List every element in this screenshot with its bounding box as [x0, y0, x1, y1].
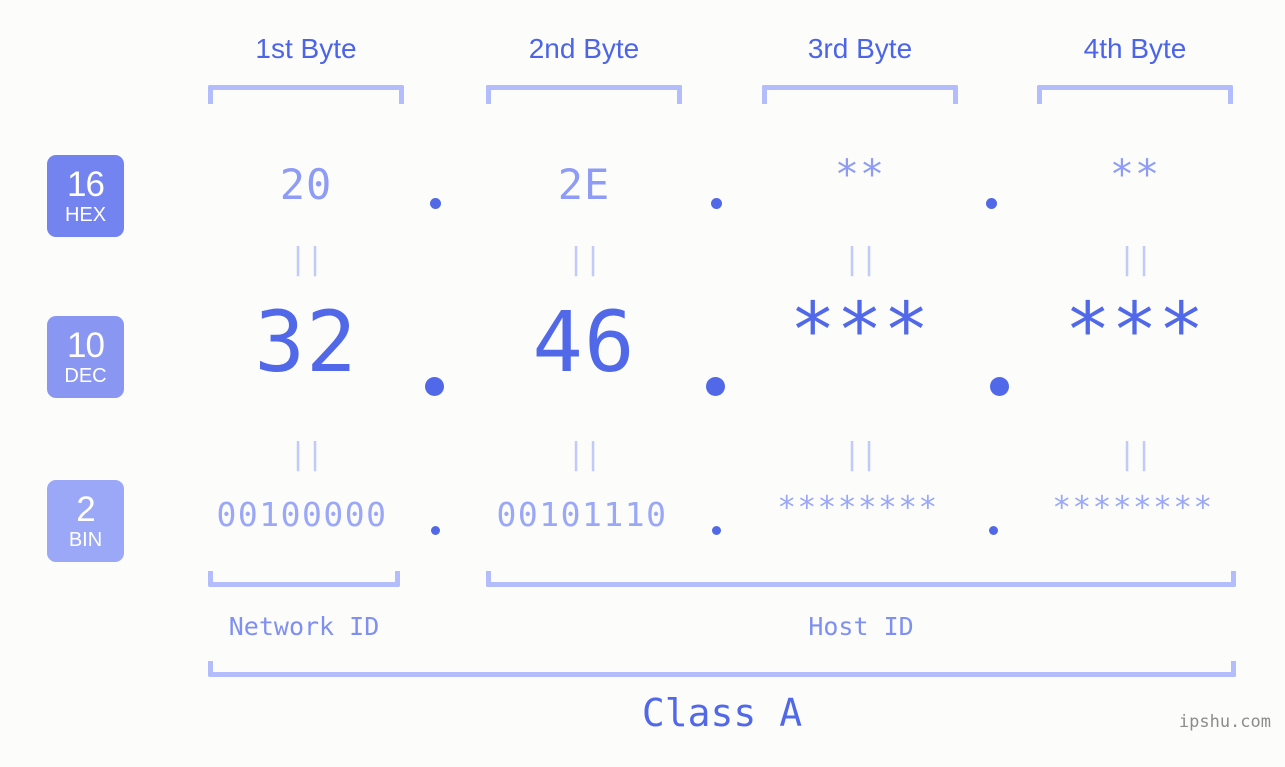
radix-badge-dec-number: 10	[67, 326, 105, 365]
hex-byte-value-4: **	[1109, 152, 1161, 198]
equality-marker-1-4: ||	[1117, 242, 1153, 277]
radix-badge-hex: 16 HEX	[47, 155, 124, 237]
equality-marker-2-3: ||	[842, 437, 878, 472]
network-id-bracket	[208, 571, 400, 587]
radix-badge-hex-name: HEX	[64, 204, 107, 226]
byte-bracket-4	[1037, 85, 1233, 104]
class-label: Class A	[641, 691, 803, 735]
dec-separator-dot-1	[425, 377, 444, 396]
hex-separator-dot-3	[986, 198, 997, 209]
dec-byte-value-4: ***	[1064, 285, 1206, 374]
hex-byte-value-3: **	[834, 152, 886, 198]
equality-marker-1-3: ||	[842, 242, 878, 277]
bin-byte-value-4: ********	[1052, 490, 1214, 526]
hex-separator-dot-1	[430, 198, 441, 209]
dec-byte-value-3: ***	[789, 285, 931, 374]
byte-bracket-3	[762, 85, 958, 104]
hex-byte-value-1: 20	[279, 160, 333, 209]
bin-byte-value-3: ********	[777, 490, 939, 526]
ip-address-breakdown-diagram: 1st Byte 2nd Byte 3rd Byte 4th Byte 16 H…	[0, 0, 1285, 767]
equality-marker-2-1: ||	[288, 437, 324, 472]
bin-byte-value-1: 00100000	[216, 495, 388, 534]
byte-header-label-1: 1st Byte	[255, 33, 357, 64]
bin-separator-dot-2	[712, 526, 721, 535]
byte-header-label-3: 3rd Byte	[807, 33, 913, 64]
equality-marker-1-1: ||	[288, 242, 324, 277]
dec-separator-dot-3	[990, 377, 1009, 396]
radix-badge-dec: 10 DEC	[47, 316, 124, 398]
radix-badge-bin: 2 BIN	[47, 480, 124, 562]
byte-bracket-2	[486, 85, 682, 104]
byte-header-label-4: 4th Byte	[1083, 33, 1187, 64]
dec-byte-value-2: 46	[532, 293, 636, 391]
hex-separator-dot-2	[711, 198, 722, 209]
hex-byte-value-2: 2E	[557, 160, 611, 209]
equality-marker-2-2: ||	[566, 437, 602, 472]
bin-separator-dot-3	[989, 526, 998, 535]
radix-badge-dec-name: DEC	[64, 365, 107, 387]
byte-bracket-1	[208, 85, 404, 104]
byte-header-label-2: 2nd Byte	[528, 33, 640, 64]
bin-byte-value-2: 00101110	[496, 495, 668, 534]
site-watermark: ipshu.com	[1178, 712, 1271, 732]
bin-separator-dot-1	[431, 526, 440, 535]
host-id-bracket	[486, 571, 1236, 587]
dec-separator-dot-2	[706, 377, 725, 396]
equality-marker-2-4: ||	[1117, 437, 1153, 472]
class-bracket	[208, 661, 1236, 677]
radix-badge-bin-number: 2	[76, 490, 95, 529]
network-id-label: Network ID	[228, 612, 380, 641]
equality-marker-1-2: ||	[566, 242, 602, 277]
radix-badge-hex-number: 16	[67, 165, 105, 204]
radix-badge-bin-name: BIN	[68, 529, 103, 551]
host-id-label: Host ID	[808, 612, 914, 641]
dec-byte-value-1: 32	[254, 293, 358, 391]
